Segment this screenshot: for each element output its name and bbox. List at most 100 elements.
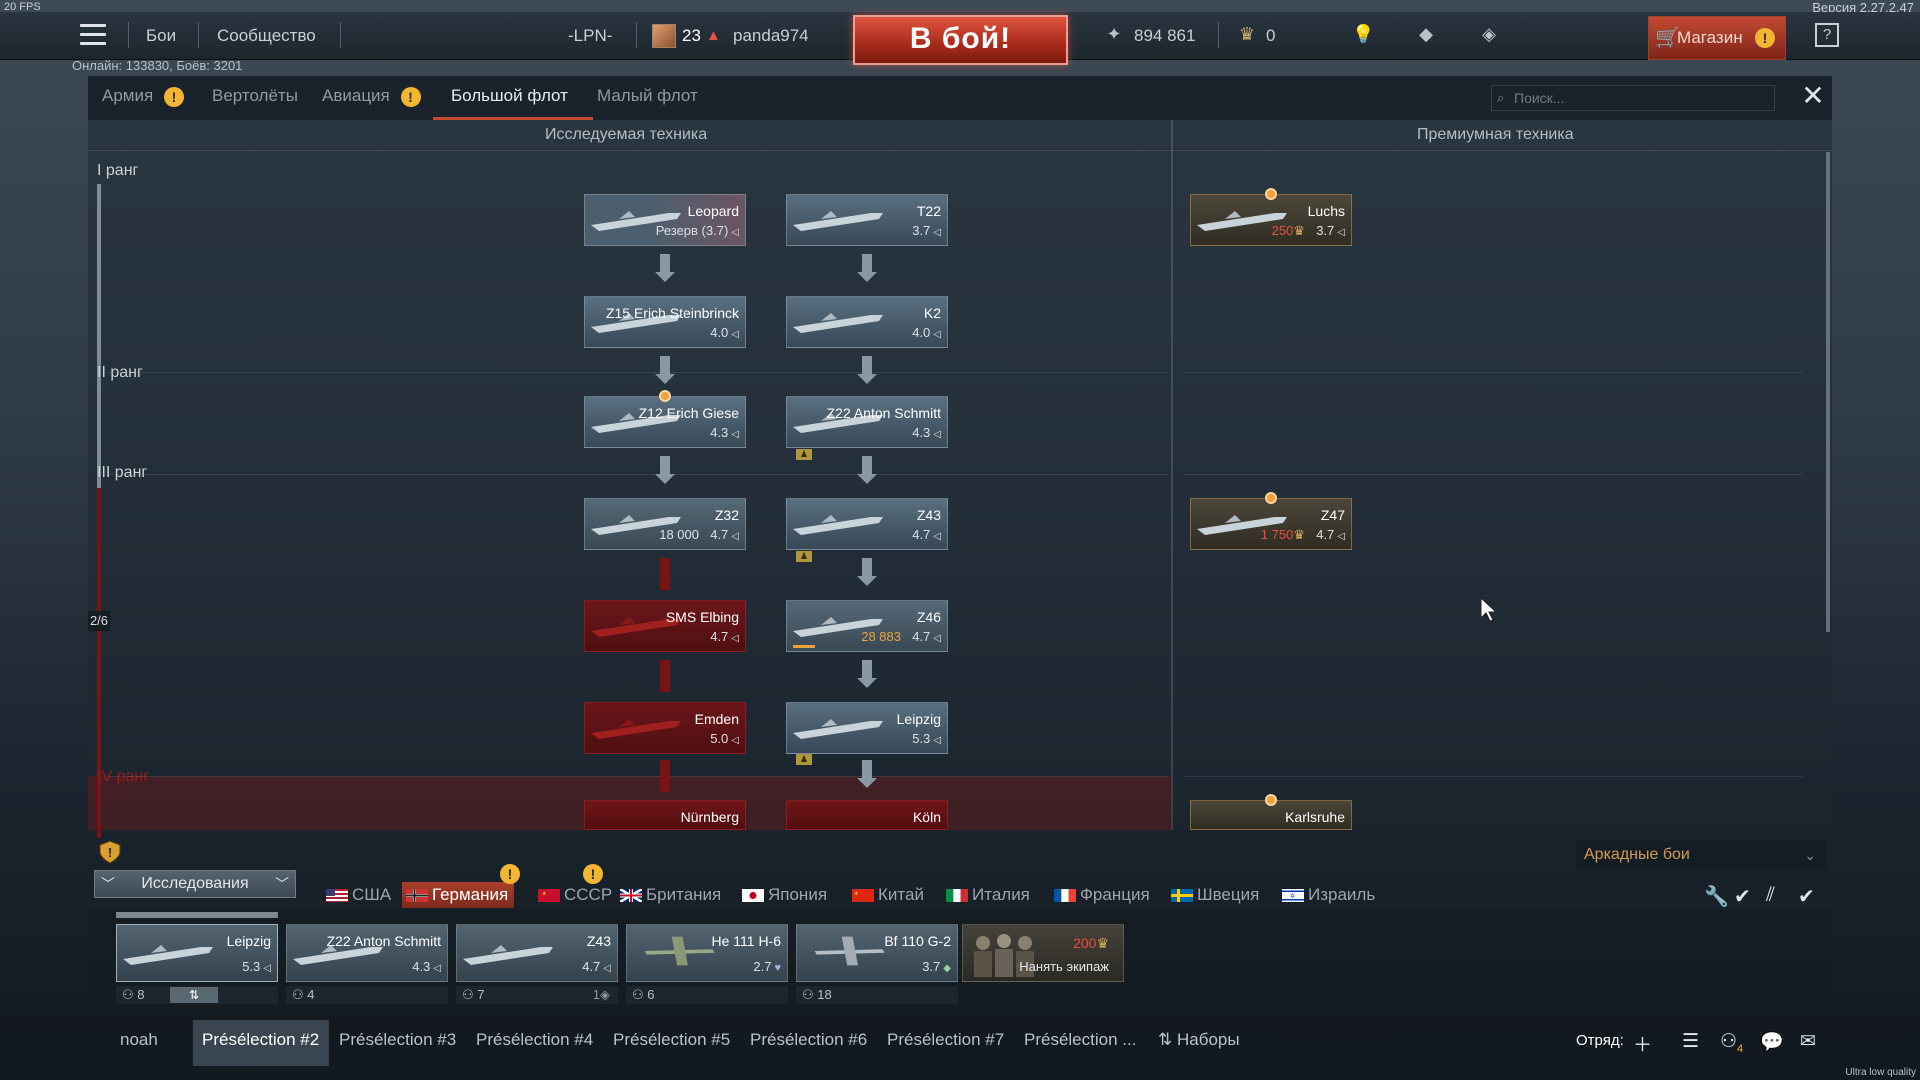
silver-lions-value[interactable]: 894 861 [1134,26,1195,46]
crew-slot-he111[interactable]: He 111 H-6 2.7 ♥ [626,924,788,982]
divider [636,22,637,48]
vehicle-card-z22[interactable]: Z22 Anton Schmitt 4.3 ◁ [786,396,948,448]
vehicle-card-z43[interactable]: Z43 4.7 ◁ [786,498,948,550]
preset-tab[interactable]: Présélection ... [1024,1030,1136,1050]
close-icon[interactable]: ✕ [1798,82,1828,112]
vehicle-card-z15[interactable]: Z15 Erich Steinbrinck 4.0 ◁ [584,296,746,348]
tab-coastal-fleet[interactable]: Малый флот [597,86,698,106]
divider [88,150,1832,151]
vehicle-card-luchs[interactable]: Luchs 250♛ 3.7 ◁ [1190,194,1352,246]
battle-rating: 4.3 ◁ [710,425,739,440]
nation-tab-britain[interactable]: Британия [616,882,721,908]
nation-tab-france[interactable]: Франция [1050,882,1150,908]
nation-tab-italy[interactable]: Италия [942,882,1030,908]
vehicle-name: Leopard [687,203,739,219]
hire-crew-slot[interactable]: 200♛ Нанять экипаж [962,924,1124,982]
vehicle-card-leipzig[interactable]: Leipzig 5.3 ◁ [786,702,948,754]
nation-tab-usa[interactable]: США [322,882,391,908]
ship-type-icon: ◁ [603,963,611,974]
battle-rating: Резерв (3.7) ◁ [656,223,739,238]
preset-tab[interactable]: Présélection #7 [887,1030,1004,1050]
crew-slot-bf110[interactable]: Bf 110 G-2 3.7 ◆ [796,924,958,982]
preset-tab[interactable]: noah [120,1030,158,1050]
repair-all-icon[interactable]: ⫽ [1766,884,1775,907]
nation-tab-japan[interactable]: Япония [738,882,827,908]
preset-tab[interactable]: Présélection #6 [750,1030,867,1050]
chat-icon[interactable]: 💬 [1760,1030,1784,1054]
tab-helicopters[interactable]: Вертолёты [212,86,298,106]
help-icon[interactable]: ? [1815,23,1839,47]
game-mode-select[interactable]: Аркадные бои ⌄ [1576,841,1826,869]
list-icon[interactable]: ☰ [1682,1030,1699,1053]
crew-slot-leipzig[interactable]: Leipzig 5.3 ◁ [116,924,278,982]
preset-tab-active[interactable]: Présélection #2 [202,1030,319,1050]
crew-slot-z43[interactable]: Z43 4.7 ◁ [456,924,618,982]
to-battle-button[interactable]: В бой! [853,15,1068,65]
mail-icon[interactable]: ✉ [1800,1030,1816,1053]
tree-arrow-head [655,272,675,282]
vehicle-card-emden[interactable]: Emden 5.0 ◁ [584,702,746,754]
vehicle-card-leopard[interactable]: Leopard Резерв (3.7) ◁ [584,194,746,246]
research-cost: 18 000 [659,527,699,542]
br-value: 4.7 [710,527,729,542]
vehicle-card-k2[interactable]: K2 4.0 ◁ [786,296,948,348]
friends-icon[interactable]: ⚇4 [1720,1030,1743,1055]
br-value: 4.0 [710,325,729,340]
clan-tag[interactable]: -LPN- [568,26,612,46]
battle-rating: 4.7 ◁ [710,629,739,644]
community-menu[interactable]: Сообщество [217,26,316,46]
vehicle-card-z46[interactable]: Z46 28 883 4.7 ◁ [786,600,948,652]
sets-button[interactable]: ⇅ Наборы [1158,1030,1240,1050]
tab-bluewater-fleet[interactable]: Большой флот [451,86,568,106]
research-toggle-button[interactable]: ﹀ Исследования ﹀ [94,870,296,898]
br-value: 2.7 [753,959,772,974]
search-input[interactable]: ⌕ Поиск... [1491,85,1775,111]
check-icon[interactable]: ✔ [1798,884,1815,909]
vehicle-card-nurnberg[interactable]: Nürnberg [584,800,746,830]
swap-icon[interactable]: ⇅ [170,987,218,1003]
battles-menu[interactable]: Бои [146,26,176,46]
crew-icon: ⚇ [632,987,644,1002]
destroyer-icon [793,211,883,231]
avatar[interactable] [652,24,676,48]
lightbulb-icon[interactable]: 💡 [1352,23,1374,45]
vehicle-card-t22[interactable]: T22 3.7 ◁ [786,194,948,246]
wrench-icon[interactable]: 🔧 [1704,884,1729,909]
preset-tab[interactable]: Présélection #4 [476,1030,593,1050]
tab-label: Армия [102,86,154,105]
coupon-icon[interactable]: ◈ [1478,23,1500,45]
search-icon: ⌕ [1497,90,1505,105]
france-flag-icon [1054,889,1076,902]
br-value: 5.0 [710,731,729,746]
nation-tab-china[interactable]: ★ Китай [848,882,924,908]
nation-tab-ussr[interactable]: ★ СССР [534,882,612,908]
vehicle-card-z32[interactable]: Z32 18 000 4.7 ◁ [584,498,746,550]
nation-tab-germany[interactable]: Германия [402,882,515,908]
scrollbar[interactable] [1826,152,1830,632]
research-label: Исследования [141,875,249,892]
vehicle-card-sms-elbing[interactable]: SMS Elbing 4.7 ◁ [584,600,746,652]
tree-arrow-locked [660,660,670,692]
preset-tab[interactable]: Présélection #3 [339,1030,456,1050]
preset-tab[interactable]: Présélection #5 [613,1030,730,1050]
username[interactable]: panda974 [733,26,809,46]
rhombus-icon[interactable]: ◆ [1415,23,1437,45]
vehicle-name: Z46 [916,609,941,625]
nation-tab-sweden[interactable]: Швеция [1167,882,1259,908]
crew-slot-z22[interactable]: Z22 Anton Schmitt 4.3 ◁ [286,924,448,982]
germany-flag-icon [406,889,428,902]
menu-icon[interactable] [80,24,106,46]
warning-shield-icon[interactable]: ! [98,840,122,864]
vehicle-card-z12[interactable]: Z12 Erich Giese 4.3 ◁ [584,396,746,448]
vehicle-name: Karlsruhe [1285,809,1345,825]
golden-eagles-value[interactable]: 0 [1266,26,1275,46]
nation-tab-israel[interactable]: ✡ Израиль [1278,882,1375,908]
nation-label: СССР [564,885,613,904]
tab-aviation[interactable]: Авиация ! [322,86,421,107]
add-squad-icon[interactable]: ＋ [1633,1030,1652,1057]
vehicle-card-koln[interactable]: Köln [786,800,948,830]
tab-army[interactable]: Армия ! [102,86,184,107]
shop-button[interactable]: 🛒 Магазин ! [1648,16,1786,60]
vehicle-card-z47[interactable]: Z47 1 750♛ 4.7 ◁ [1190,498,1352,550]
check-icon[interactable]: ✔ [1734,884,1751,909]
